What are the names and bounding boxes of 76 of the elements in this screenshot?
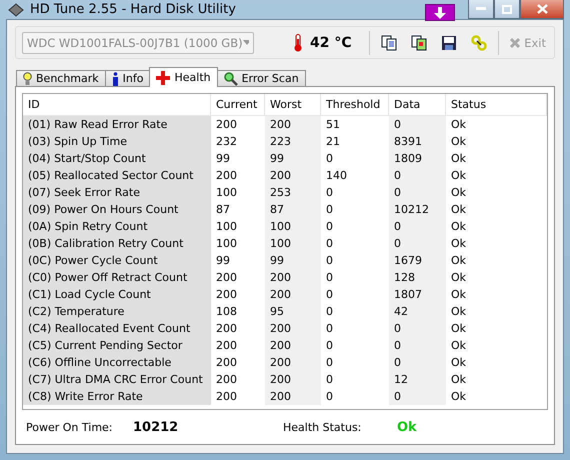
table-cell: (C8) Write Error Rate xyxy=(23,388,211,405)
power-on-time-label: Power On Time: xyxy=(26,420,114,434)
tab[interactable]: Info xyxy=(104,70,150,87)
table-cell: 12 xyxy=(389,371,446,388)
maximize-button[interactable] xyxy=(494,0,520,19)
table-cell: 95 xyxy=(265,303,321,320)
table-cell: (C5) Current Pending Sector xyxy=(23,337,211,354)
health-status-value: Ok xyxy=(397,420,417,434)
table-cell: 0 xyxy=(389,116,446,133)
down-arrow-icon xyxy=(433,6,447,18)
close-icon xyxy=(536,4,548,14)
table-cell: 253 xyxy=(265,184,321,201)
lightbulb-icon xyxy=(23,72,32,86)
table-cell: (05) Reallocated Sector Count xyxy=(23,167,211,184)
temperature-reading: 42 °C xyxy=(310,34,352,50)
table-cell: 1679 xyxy=(389,252,446,269)
maximize-icon xyxy=(502,4,512,14)
table-cell: 0 xyxy=(389,167,446,184)
table-cell: 100 xyxy=(265,218,321,235)
table-cell: 223 xyxy=(265,133,321,150)
table-cell: 0 xyxy=(389,184,446,201)
table-cell: (03) Spin Up Time xyxy=(23,133,211,150)
table-cell: 99 xyxy=(265,252,321,269)
table-cell: 0 xyxy=(389,235,446,252)
info-icon xyxy=(112,72,119,86)
x-icon xyxy=(509,36,522,48)
table-cell: 200 xyxy=(265,388,321,405)
table-cell: 0 xyxy=(389,388,446,405)
window-title: HD Tune 2.55 - Hard Disk Utility xyxy=(30,2,236,17)
search-icon xyxy=(224,72,238,86)
power-on-time-value: 10212 xyxy=(133,420,180,434)
table-cell: (C2) Temperature xyxy=(23,303,211,320)
table-cell: 87 xyxy=(265,201,321,218)
table-cell: (0C) Power Cycle Count xyxy=(23,252,211,269)
table-cell: (0B) Calibration Retry Count xyxy=(23,235,211,252)
tab[interactable]: Health xyxy=(149,67,218,87)
health-cross-icon xyxy=(156,70,170,84)
tab[interactable]: Benchmark xyxy=(16,70,106,87)
table-cell: 1809 xyxy=(389,150,446,167)
table-cell: (C1) Load Cycle Count xyxy=(23,286,211,303)
table-cell: 200 xyxy=(265,167,321,184)
table-cell: 0 xyxy=(389,320,446,337)
table-cell: (07) Seek Error Rate xyxy=(23,184,211,201)
table-cell: 200 xyxy=(265,286,321,303)
table-cell: (0A) Spin Retry Count xyxy=(23,218,211,235)
thermometer-icon xyxy=(294,34,302,52)
table-cell: 200 xyxy=(265,337,321,354)
table-cell: (C0) Power Off Retract Count xyxy=(23,269,211,286)
minimize-icon xyxy=(476,7,486,11)
table-cell: 10212 xyxy=(389,201,446,218)
table-cell: 200 xyxy=(265,371,321,388)
table-cell: 200 xyxy=(265,116,321,133)
minimize-button[interactable] xyxy=(468,0,494,19)
table-cell: (C7) Ultra DMA CRC Error Count xyxy=(23,371,211,388)
table-cell: 1807 xyxy=(389,286,446,303)
table-cell: 42 xyxy=(389,303,446,320)
table-cell: 200 xyxy=(265,354,321,371)
download-button[interactable] xyxy=(425,4,455,21)
table-cell: 0 xyxy=(389,354,446,371)
table-cell: 99 xyxy=(265,150,321,167)
tab[interactable]: Error Scan xyxy=(216,70,306,87)
table-cell: 200 xyxy=(265,269,321,286)
close-button[interactable] xyxy=(520,0,564,19)
table-cell: 0 xyxy=(389,337,446,354)
table-cell: 100 xyxy=(265,235,321,252)
health-status-label: Health Status: xyxy=(283,420,362,434)
table-cell: (04) Start/Stop Count xyxy=(23,150,211,167)
table-cell: (C4) Reallocated Event Count xyxy=(23,320,211,337)
table-cell: 0 xyxy=(389,218,446,235)
table-cell: (C6) Offline Uncorrectable xyxy=(23,354,211,371)
table-cell: (01) Raw Read Error Rate xyxy=(23,116,211,133)
table-cell: 128 xyxy=(389,269,446,286)
table-cell: 8391 xyxy=(389,133,446,150)
table-cell: 200 xyxy=(265,320,321,337)
dropdown-arrow-icon xyxy=(242,40,249,45)
table-cell: (09) Power On Hours Count xyxy=(23,201,211,218)
